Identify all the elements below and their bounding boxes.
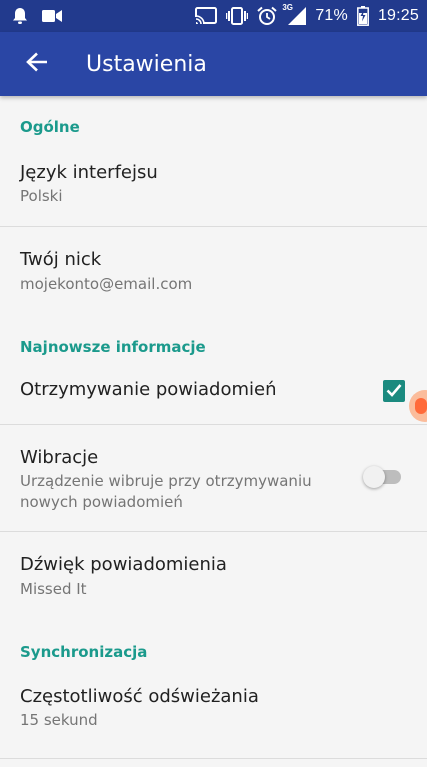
network-type-label: 3G xyxy=(282,3,293,12)
setting-nick-title: Twój nick xyxy=(20,249,102,270)
battery-percent: 71% xyxy=(315,7,348,24)
setting-sound-title: Dźwięk powiadomienia xyxy=(20,554,227,575)
arrow-left-icon xyxy=(26,52,48,76)
status-system: 3G 71% 19:25 xyxy=(195,3,419,26)
section-header-news: Najnowsze informacje xyxy=(20,338,206,356)
touch-point xyxy=(415,398,427,414)
battery-icon xyxy=(357,6,369,26)
setting-nick-value: mojekonto@email.com xyxy=(20,275,193,293)
status-notifications xyxy=(12,7,62,25)
cast-icon xyxy=(195,7,218,25)
setting-language-value: Polski xyxy=(20,187,63,205)
setting-sound-value: Missed It xyxy=(20,580,87,598)
settings-list: Ogólne Język interfejsu Polski Twój nick… xyxy=(0,96,427,767)
status-bar: 3G 71% 19:25 xyxy=(0,0,427,32)
setting-vibrations-title: Wibracje xyxy=(20,447,99,468)
section-header-general: Ogólne xyxy=(20,118,80,136)
setting-vibrations-summary: Urządzenie wibruje przy otrzymywaniu now… xyxy=(20,472,312,511)
notifications-checkbox[interactable] xyxy=(383,380,405,402)
setting-refresh-title: Częstotliwość odświeżania xyxy=(20,686,259,707)
app-bar: Ustawienia xyxy=(0,32,427,96)
setting-notifications-title: Otrzymywanie powiadomień xyxy=(20,379,277,400)
signal-icon: 3G xyxy=(282,3,307,25)
setting-refresh[interactable]: Częstotliwość odświeżania 15 sekund xyxy=(0,670,427,756)
setting-refresh-value: 15 sekund xyxy=(20,711,98,729)
setting-vibrations[interactable]: Wibracje Urządzenie wibruje przy otrzymy… xyxy=(0,425,427,531)
status-time: 19:25 xyxy=(377,7,419,24)
vibrations-switch[interactable] xyxy=(363,464,401,488)
alarm-clock-icon xyxy=(257,6,277,26)
divider xyxy=(0,758,427,759)
page-title: Ustawienia xyxy=(86,51,207,77)
section-header-sync: Synchronizacja xyxy=(20,643,148,661)
check-icon xyxy=(386,382,402,401)
setting-nick[interactable]: Twój nick mojekonto@email.com xyxy=(0,227,427,315)
setting-language[interactable]: Język interfejsu Polski xyxy=(0,146,427,226)
bell-icon xyxy=(12,7,28,25)
back-button[interactable] xyxy=(22,49,52,79)
setting-notifications[interactable]: Otrzymywanie powiadomień xyxy=(0,364,427,424)
switch-thumb xyxy=(363,466,385,488)
setting-language-title: Język interfejsu xyxy=(20,162,158,183)
vibrate-icon xyxy=(226,7,249,25)
setting-sound[interactable]: Dźwięk powiadomienia Missed It xyxy=(0,532,427,618)
video-camera-icon xyxy=(42,9,62,23)
